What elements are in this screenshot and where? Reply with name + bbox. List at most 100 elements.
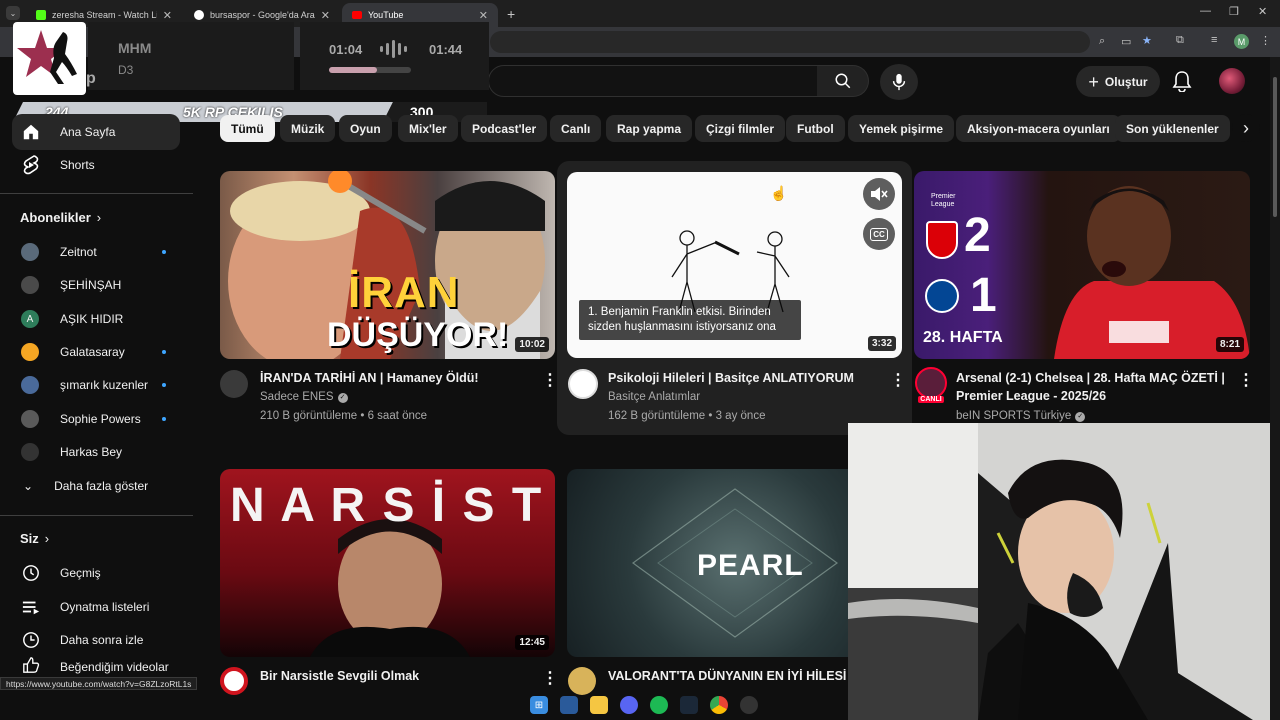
chip-filter[interactable]: Müzik — [280, 115, 336, 142]
browser-menu-icon[interactable]: ⋮ — [1260, 34, 1271, 47]
chip-filter[interactable]: Podcast'ler — [461, 115, 548, 142]
notifications-button[interactable] — [1172, 70, 1192, 92]
sidebar-item-subscription[interactable]: Galatasaray — [12, 335, 180, 369]
playlists-icon — [12, 599, 50, 615]
stream-logo — [13, 22, 86, 95]
bell-icon — [1172, 71, 1192, 92]
tab-search-icon[interactable]: ⌄ — [6, 6, 20, 20]
new-content-dot — [162, 250, 166, 254]
profile-avatar[interactable]: M — [1234, 34, 1249, 49]
week-label: 28. HAFTA — [923, 329, 1003, 346]
video-thumbnail[interactable]: İRAN DÜŞÜYOR! 10:02 — [220, 171, 555, 359]
zoom-icon[interactable]: ⌕ — [1099, 35, 1105, 48]
video-menu-icon[interactable]: ⋮ — [542, 668, 558, 688]
sidebar-item-home[interactable]: Ana Sayfa — [12, 114, 180, 150]
video-menu-icon[interactable]: ⋮ — [890, 370, 906, 390]
mute-button[interactable] — [863, 178, 895, 210]
close-window-icon[interactable]: ✕ — [1258, 5, 1267, 18]
chip-filter[interactable]: Rap yapma — [606, 115, 693, 142]
address-field[interactable] — [490, 31, 1090, 53]
steam-icon[interactable] — [680, 696, 698, 714]
video-menu-icon[interactable]: ⋮ — [1238, 370, 1254, 390]
you-heading-label: Siz — [20, 531, 39, 546]
chip-filter[interactable]: Tümü — [220, 115, 275, 142]
sidebar-item-history[interactable]: Geçmiş — [12, 555, 180, 591]
chip-filter[interactable]: Aksiyon-macera oyunları — [956, 115, 1121, 142]
sidebar-item-playlists[interactable]: Oynatma listeleri — [12, 589, 180, 625]
tab-close-icon[interactable]: ✕ — [479, 9, 488, 22]
search-button[interactable] — [817, 65, 869, 97]
video-preview[interactable]: 1. Benjamin Franklin etkisi. Birinden si… — [567, 172, 902, 358]
scrollbar-thumb[interactable] — [1273, 77, 1277, 217]
captions-button[interactable]: CC — [863, 218, 895, 250]
subscriptions-heading[interactable]: Abonelikler › — [20, 210, 101, 225]
video-thumbnail[interactable]: N A R S İ S T 12:45 — [220, 469, 555, 657]
chip-filter[interactable]: Canlı — [550, 115, 602, 142]
discord-icon[interactable] — [620, 696, 638, 714]
chip-filter[interactable]: Futbol — [786, 115, 845, 142]
cast-icon[interactable]: ▭ — [1121, 35, 1131, 48]
reading-list-icon[interactable]: ≡ — [1211, 34, 1217, 46]
video-title[interactable]: VALORANT'TA DÜNYANIN EN İYİ HİLESİ — [608, 667, 848, 685]
file-explorer-icon[interactable] — [590, 696, 608, 714]
sidebar-item-label: Harkas Bey — [60, 445, 123, 459]
search-input[interactable] — [488, 65, 818, 97]
thumb-title-line-1: İRAN — [348, 268, 460, 317]
channel-avatar[interactable] — [220, 370, 248, 398]
sidebar-item-subscription[interactable]: şımarık kuzenler — [12, 368, 180, 402]
video-menu-icon[interactable]: ⋮ — [542, 370, 558, 390]
maximize-icon[interactable]: ❐ — [1229, 5, 1239, 18]
you-heading[interactable]: Siz › — [20, 531, 49, 546]
minimize-icon[interactable]: — — [1200, 5, 1211, 17]
channel-name[interactable]: Basitçe Anlatımlar — [608, 388, 700, 407]
verified-badge-icon: ✓ — [337, 392, 348, 403]
sidebar-item-shorts[interactable]: Shorts — [12, 147, 180, 183]
channel-avatar[interactable] — [220, 667, 248, 695]
chip-filter[interactable]: Son yüklenenler — [1115, 115, 1230, 142]
chip-filter[interactable]: Oyun — [339, 115, 392, 142]
channel-avatar[interactable] — [568, 369, 598, 399]
chip-filter[interactable]: Yemek pişirme — [848, 115, 955, 142]
video-thumbnail[interactable]: PEARL — [567, 469, 848, 657]
page-scrollbar[interactable] — [1270, 57, 1280, 720]
new-tab-icon[interactable]: + — [507, 6, 515, 22]
sidebar-item-liked[interactable]: Beğendiğim videolar — [12, 656, 180, 676]
sidebar-item-watch-later[interactable]: Daha sonra izle — [12, 622, 180, 658]
chip-filter[interactable]: Çizgi filmler — [695, 115, 786, 142]
chevron-right-icon: › — [44, 531, 50, 546]
create-button[interactable]: + Oluştur — [1076, 66, 1160, 97]
channel-avatar-live[interactable]: CANLI — [915, 367, 947, 403]
chip-filter[interactable]: Mix'ler — [398, 115, 458, 142]
sidebar-item-subscription[interactable]: ŞEHİNŞAH — [12, 268, 180, 302]
video-title[interactable]: Arsenal (2-1) Chelsea | 28. Hafta MAÇ ÖZ… — [956, 369, 1236, 405]
voice-search-button[interactable] — [880, 64, 918, 100]
tab-close-icon[interactable]: ✕ — [163, 9, 172, 22]
create-label: Oluştur — [1104, 74, 1148, 89]
app-icon[interactable] — [560, 696, 578, 714]
video-title[interactable]: Bir Narsistle Sevgili Olmak — [260, 667, 530, 685]
new-content-dot — [162, 417, 166, 421]
extensions-icon[interactable]: ⧉ — [1176, 34, 1184, 47]
sidebar-item-label: Shorts — [60, 158, 95, 172]
video-title[interactable]: İRAN'DA TARİHİ AN | Hamaney Öldü! — [260, 369, 530, 387]
sidebar-divider — [0, 193, 193, 194]
now-playing-panel: MHM D3 — [88, 22, 294, 90]
start-menu-icon[interactable]: ⊞ — [530, 696, 548, 714]
obs-icon[interactable] — [740, 696, 758, 714]
link-status-bar: https://www.youtube.com/watch?v=G8ZLzoRt… — [0, 677, 198, 690]
account-avatar[interactable] — [1219, 68, 1245, 94]
sidebar-item-subscription[interactable]: A AŞIK HIDIR — [12, 302, 180, 336]
sidebar-item-subscription[interactable]: Zeitnot — [12, 235, 180, 269]
chrome-icon[interactable] — [710, 696, 728, 714]
sidebar-more-button[interactable]: ⌄ Daha fazla göster — [12, 469, 180, 503]
chip-scroll-right-button[interactable]: › — [1232, 114, 1260, 142]
tab-close-icon[interactable]: ✕ — [321, 9, 330, 22]
sidebar-item-subscription[interactable]: Harkas Bey — [12, 435, 180, 469]
subscriptions-heading-label: Abonelikler — [20, 210, 91, 225]
bookmark-star-icon[interactable]: ★ — [1142, 34, 1152, 47]
spotify-icon[interactable] — [650, 696, 668, 714]
video-thumbnail[interactable]: Premier League 2 1 28. HAFTA 8:21 — [914, 171, 1250, 359]
channel-name[interactable]: Sadece ENES ✓ — [260, 388, 348, 407]
sidebar-item-subscription[interactable]: Sophie Powers — [12, 402, 180, 436]
video-title[interactable]: Psikoloji Hileleri | Basitçe ANLATIYORUM — [608, 369, 878, 387]
